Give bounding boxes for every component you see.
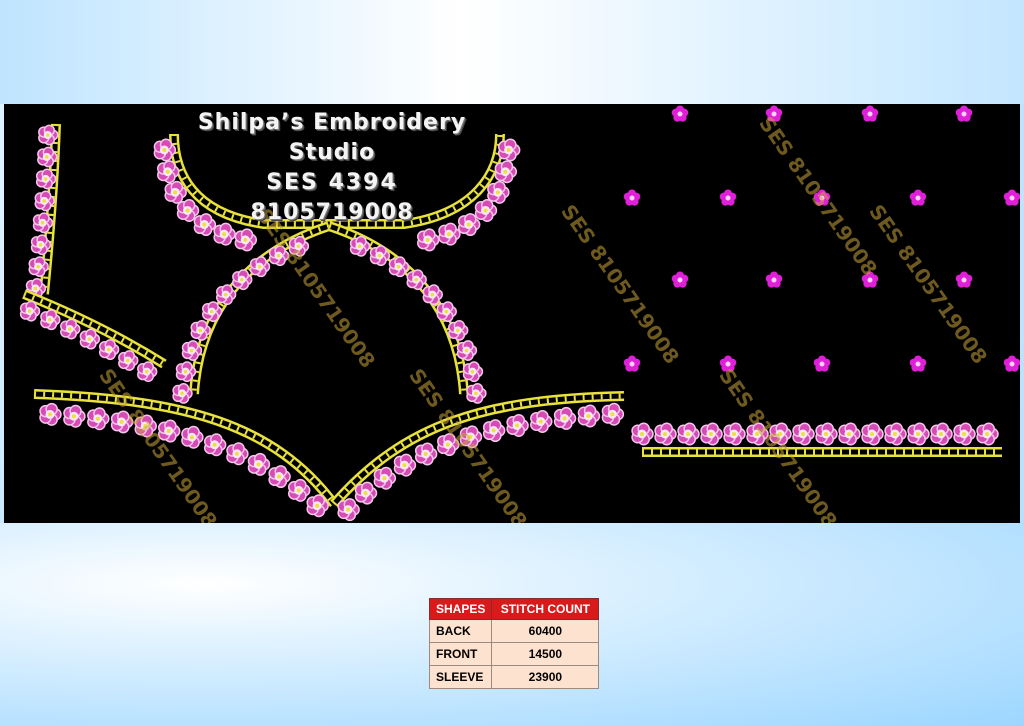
embroidery-flower <box>506 414 529 438</box>
embroidery-flower <box>414 442 438 466</box>
embroidery-flower <box>792 422 815 446</box>
small-flower <box>955 271 973 288</box>
shape-cell: FRONT <box>428 642 493 666</box>
header-stitch-count: STITCH COUNT <box>491 598 600 620</box>
top-background <box>0 0 1024 104</box>
embroidery-flower <box>373 466 397 490</box>
embroidery-flower <box>436 301 457 323</box>
embroidery-flower <box>39 402 62 426</box>
small-flower <box>909 355 927 372</box>
header-shapes: SHAPES <box>428 598 493 620</box>
embroidery-flower <box>631 422 654 446</box>
embroidery-flower <box>838 422 861 446</box>
embroidery-flower <box>98 339 120 361</box>
design-code: SES 4394 <box>266 170 398 195</box>
embroidery-flower <box>861 422 884 446</box>
small-flower <box>671 105 689 122</box>
embroidery-flower <box>466 382 487 404</box>
embroidery-flower <box>456 340 478 361</box>
embroidery-flower <box>203 433 227 457</box>
embroidery-flower <box>63 404 86 428</box>
embroidery-flower <box>677 422 700 446</box>
embroidery-flower <box>530 410 553 434</box>
count-cell: 60400 <box>491 619 600 643</box>
embroidery-flower <box>884 422 907 446</box>
embroidery-flower <box>337 498 360 522</box>
count-cell: 23900 <box>491 665 600 689</box>
small-flower <box>813 355 831 372</box>
table-row: SLEEVE 23900 <box>428 665 600 689</box>
embroidery-flower <box>226 442 249 466</box>
small-flower <box>765 271 783 288</box>
embroidery-flower <box>553 406 577 430</box>
small-flower <box>623 189 641 206</box>
embroidery-flower <box>287 478 311 502</box>
embroidery-flower <box>930 422 953 446</box>
small-flower <box>955 105 973 122</box>
embroidery-design-panel: SES 8105719008 SES 8105719008 SES 810571… <box>4 104 1020 523</box>
embroidery-flower <box>482 419 506 443</box>
embroidery-flower <box>234 228 258 252</box>
studio-name: Shilpa’s Embroidery Studio <box>197 110 467 165</box>
shape-cell: BACK <box>428 619 493 643</box>
embroidery-flower <box>393 453 417 477</box>
table-header-row: SHAPES STITCH COUNT <box>428 598 600 620</box>
phone-number: 8105719008 <box>250 200 414 225</box>
small-flower <box>623 355 641 372</box>
embroidery-flower <box>118 350 139 371</box>
shape-cell: SLEEVE <box>428 665 493 689</box>
table-row: FRONT 14500 <box>428 642 600 666</box>
small-flower <box>671 271 689 288</box>
embroidery-flower <box>137 361 158 383</box>
embroidery-flower <box>601 402 625 426</box>
stitch-count-table: SHAPES STITCH COUNT BACK 60400 FRONT 145… <box>428 598 600 689</box>
count-cell: 14500 <box>491 642 600 666</box>
embroidery-flower <box>723 422 746 446</box>
small-flower <box>719 189 737 206</box>
studio-title-block: Shilpa’s Embroidery Studio SES 4394 8105… <box>152 108 512 228</box>
embroidery-flower <box>247 452 271 476</box>
embroidery-flower <box>354 481 378 505</box>
embroidery-flower <box>462 361 484 383</box>
table-row: BACK 60400 <box>428 619 600 643</box>
small-flower <box>861 105 879 122</box>
embroidery-flower <box>172 382 193 404</box>
embroidery-flower <box>700 422 723 446</box>
small-flower <box>909 189 927 206</box>
embroidery-flower <box>577 404 601 428</box>
embroidery-flower <box>815 422 838 446</box>
embroidery-flower <box>79 328 101 350</box>
small-flower <box>1003 189 1020 206</box>
embroidery-flower <box>87 407 110 431</box>
embroidery-flower <box>448 319 469 341</box>
embroidery-flower <box>654 422 677 446</box>
embroidery-flower <box>268 465 291 489</box>
embroidery-flower <box>907 422 930 446</box>
small-flower <box>1003 355 1020 372</box>
embroidery-flower <box>953 422 976 446</box>
embroidery-flower <box>181 425 204 449</box>
embroidery-flower <box>417 228 440 252</box>
embroidery-flower <box>976 422 999 446</box>
